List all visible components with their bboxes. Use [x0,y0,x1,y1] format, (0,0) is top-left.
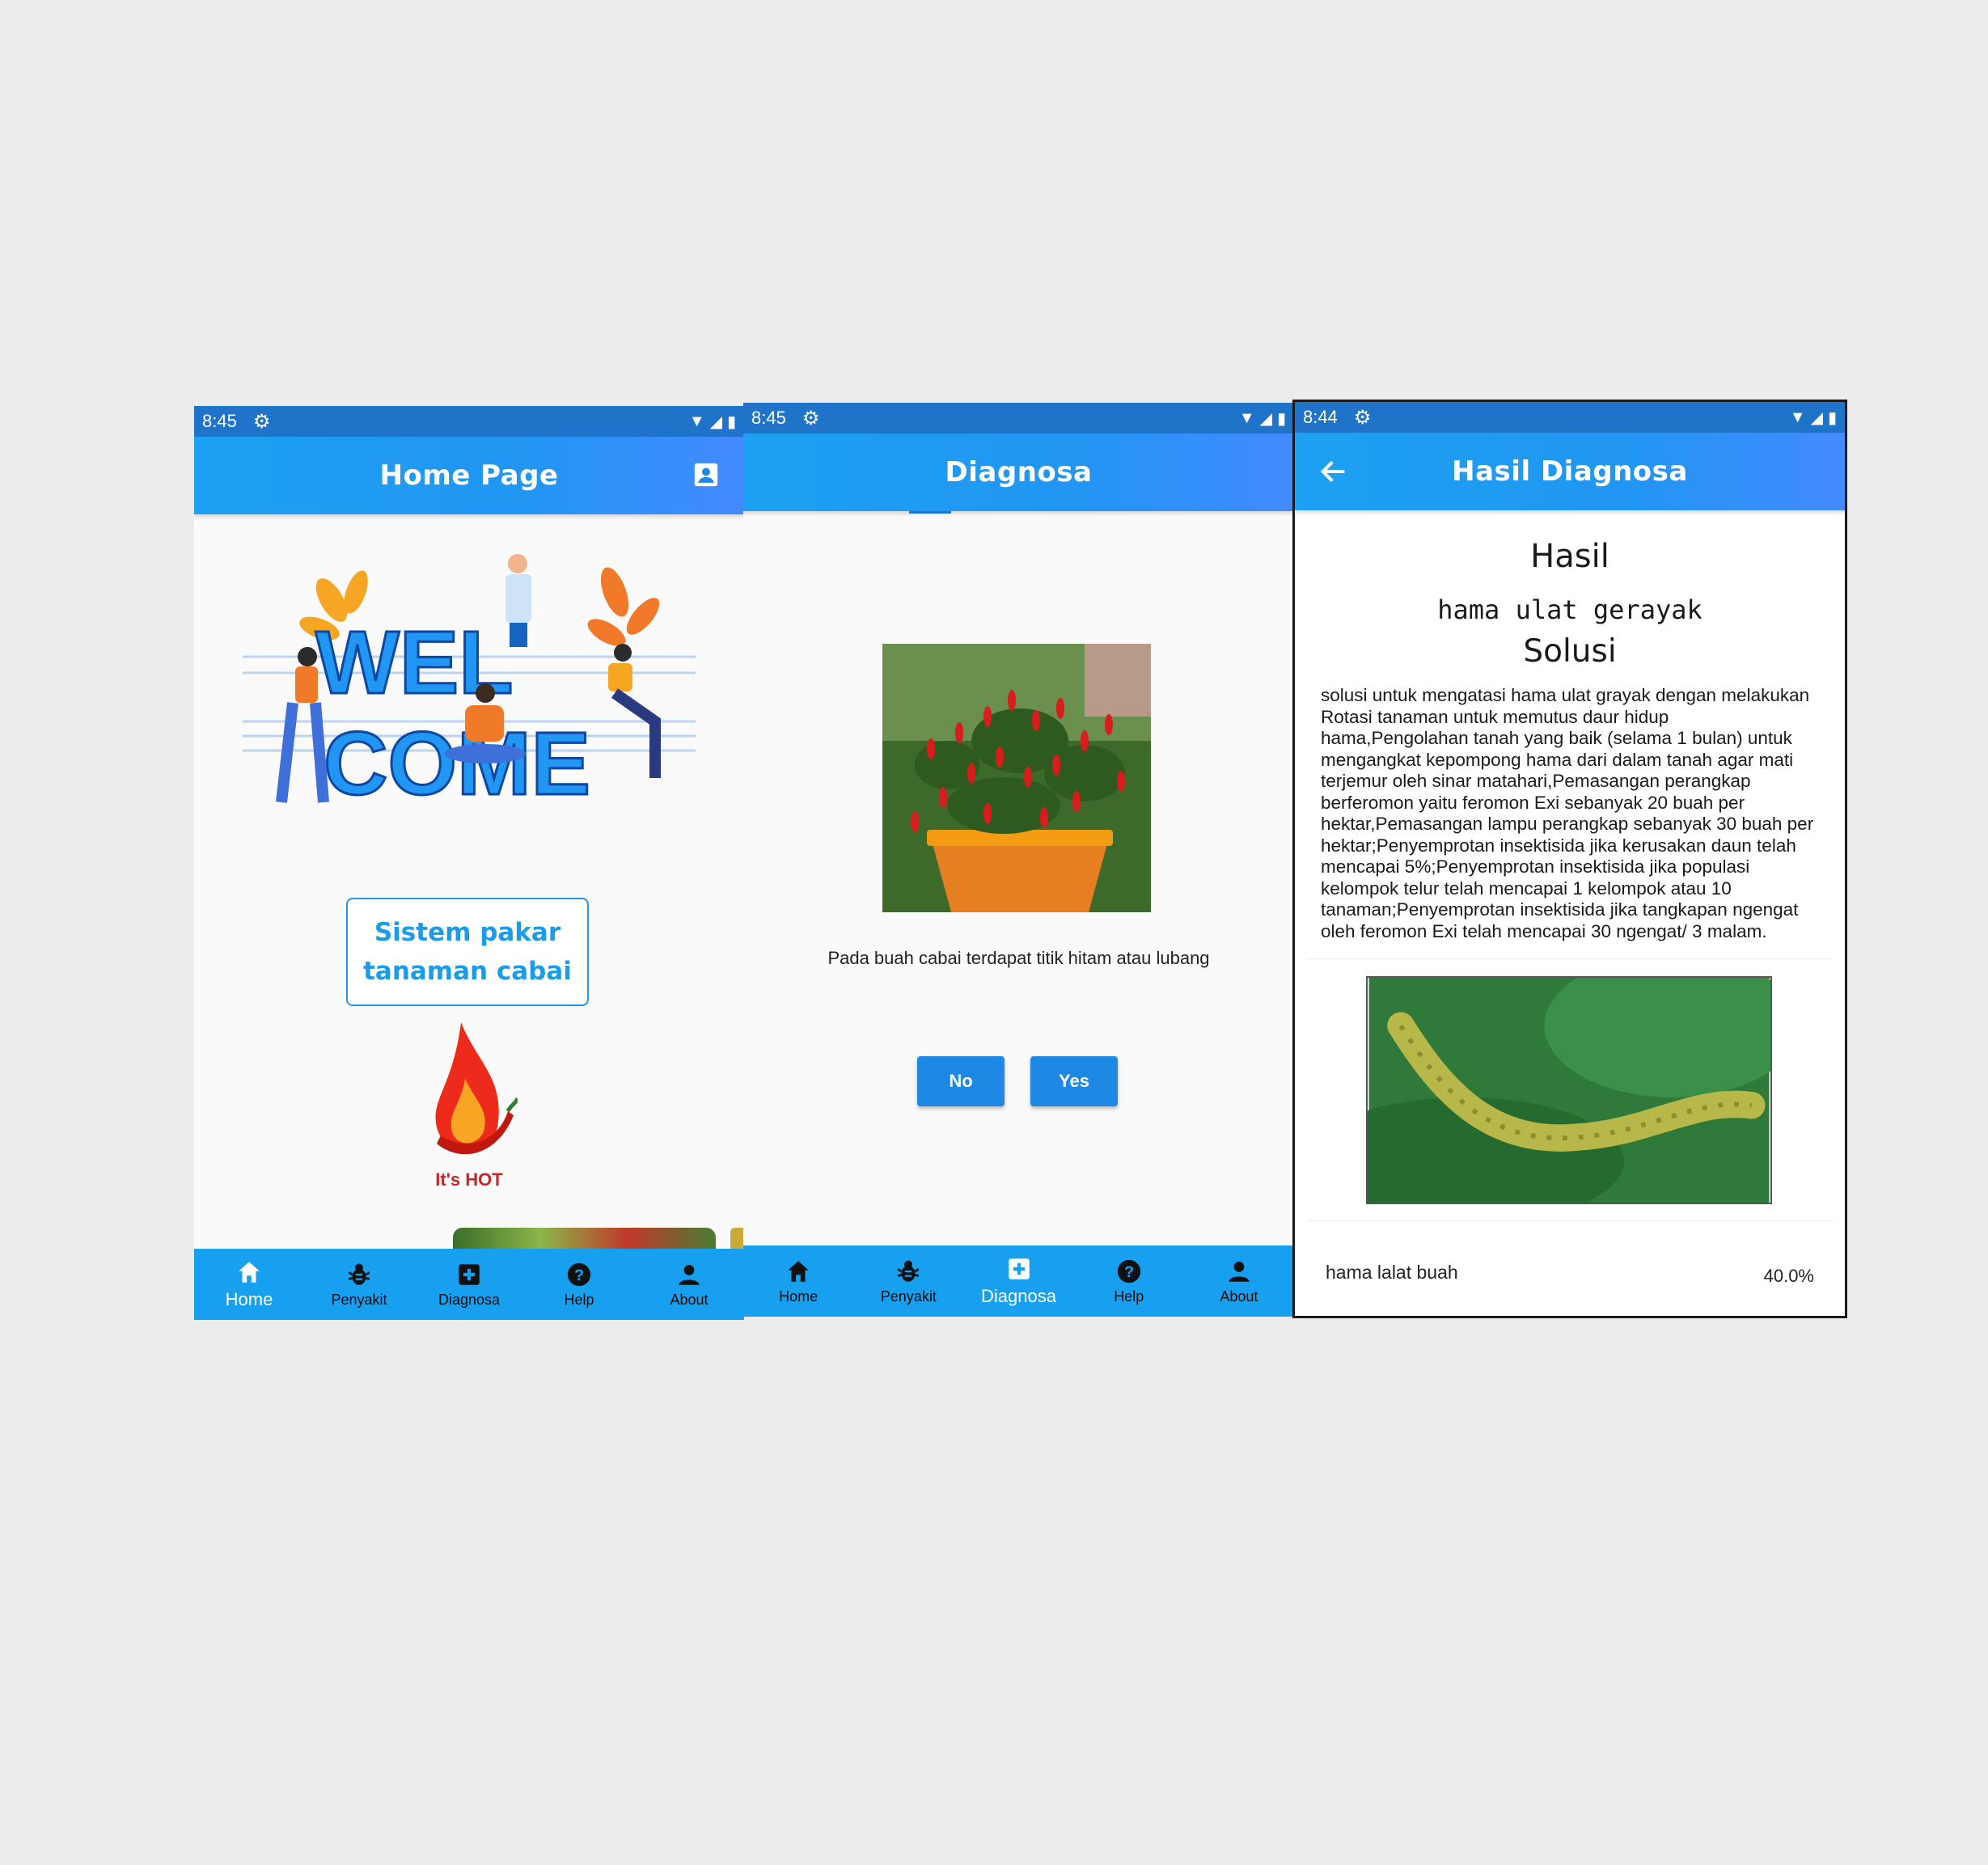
other-disease-name: hama lalat buah [1326,1261,1458,1283]
battery-icon: ▮ [1276,409,1286,428]
signal-icon: ◢ [1810,408,1823,427]
bottom-navigation: Home Penyakit Diagnosa ? Help About [743,1245,1294,1317]
nav-home-label: Home [225,1289,273,1309]
bug-icon [897,1260,920,1282]
nav-diagnosa[interactable]: Diagnosa [963,1245,1073,1317]
nav-help-label: Help [1114,1288,1144,1305]
svg-text:?: ? [1124,1263,1134,1281]
nav-diagnosa-label: Diagnosa [438,1291,501,1308]
nav-penyakit[interactable]: Penyakit [853,1245,963,1317]
divider [1306,958,1834,959]
battery-icon: ▮ [1827,408,1837,427]
nav-help[interactable]: ? Help [1074,1245,1184,1317]
nav-diagnosa[interactable]: Diagnosa [414,1249,524,1320]
nav-penyakit-label: Penyakit [880,1288,937,1305]
divider [1306,1220,1834,1221]
diagnosis-question: Pada buah cabai terdapat titik hitam ata… [827,948,1210,968]
nav-help-label: Help [564,1291,594,1308]
result-screen: 8:44 ⚙ ▼ ◢ ▮ Hasil Diagnosa Hasil hama u… [1292,400,1847,1318]
chili-plant-photo [882,644,1151,912]
home-icon [239,1262,260,1283]
status-bar: 8:45 ⚙ ▼ ◢ ▮ [743,403,1294,433]
nav-home[interactable]: Home [194,1249,304,1320]
welcome-illustration: WEL COME [243,554,696,815]
person-icon [1229,1261,1250,1282]
account-box-icon[interactable] [692,461,720,488]
app-bar: Home Page [194,437,744,514]
no-button[interactable]: No [917,1056,1005,1106]
nav-home[interactable]: Home [743,1245,853,1317]
battery-icon: ▮ [726,412,736,431]
yes-button[interactable]: Yes [1030,1056,1118,1106]
status-icons: ▼ ◢ ▮ [1239,408,1286,429]
other-result-row: hama lalat buah 40.0% [1326,1258,1814,1287]
status-bar: 8:44 ⚙ ▼ ◢ ▮ [1295,402,1845,433]
wifi-icon: ▼ [1789,408,1806,426]
solusi-heading: Solusi [1523,633,1617,670]
back-arrow-icon[interactable] [1318,455,1350,488]
page-title: Diagnosa [945,456,1093,488]
settings-gear-icon: ⚙ [802,407,820,429]
hasil-heading: Hasil [1530,538,1609,575]
signal-icon: ◢ [1259,409,1272,428]
medical-plus-icon [459,1263,480,1285]
hot-logo-text: It's HOT [435,1169,503,1190]
pakar-title-line2: tanaman cabai [363,957,572,986]
status-time: 8:45 [751,408,786,428]
settings-gear-icon: ⚙ [1353,406,1372,429]
home-screen: 8:45 ⚙ ▼ ◢ ▮ Home Page WEL COME Sistem p… [194,406,744,1320]
welcome-text-line2: COME [324,714,590,814]
nav-about[interactable]: About [1184,1245,1294,1317]
status-icons: ▼ ◢ ▮ [689,412,736,432]
person-icon [679,1264,700,1285]
nav-about[interactable]: About [634,1249,744,1320]
app-bar: Diagnosa [743,433,1294,511]
nav-about-label: About [670,1291,708,1308]
page-indicator [909,511,951,514]
help-icon: ? [1117,1259,1140,1283]
pakar-title-line1: Sistem pakar [374,918,561,947]
expert-system-title-card: Sistem pakar tanaman cabai [346,898,589,1006]
nav-about-label: About [1220,1288,1258,1305]
caterpillar-photo [1366,976,1772,1204]
home-icon [788,1260,809,1282]
diagnosa-screen: 8:45 ⚙ ▼ ◢ ▮ Diagnosa Pada buah cabai te… [743,403,1294,1317]
signal-icon: ◢ [709,412,722,431]
status-icons: ▼ ◢ ▮ [1790,408,1837,428]
nav-home-label: Home [779,1288,818,1305]
nav-help[interactable]: ? Help [524,1249,634,1320]
status-time: 8:45 [202,411,237,431]
status-time: 8:44 [1303,407,1338,427]
nav-penyakit-label: Penyakit [331,1291,387,1308]
hot-chili-logo: It's HOT [435,1022,518,1190]
svg-text:?: ? [574,1267,584,1284]
app-bar: Hasil Diagnosa [1295,433,1845,510]
help-icon: ? [567,1262,591,1286]
solusi-text: solusi untuk mengatasi hama ulat grayak … [1321,685,1814,941]
settings-gear-icon: ⚙ [252,410,271,433]
bug-icon [348,1263,370,1285]
nav-diagnosa-label: Diagnosa [981,1286,1056,1306]
wifi-icon: ▼ [688,412,705,430]
status-bar: 8:45 ⚙ ▼ ◢ ▮ [194,406,744,437]
wifi-icon: ▼ [1238,408,1255,427]
page-title: Home Page [379,459,559,492]
page-title: Hasil Diagnosa [1452,455,1688,488]
nav-penyakit[interactable]: Penyakit [304,1249,414,1320]
disease-name: hama ulat gerayak [1437,594,1702,625]
other-disease-percent: 40.0% [1763,1266,1814,1286]
bottom-navigation: Home Penyakit Diagnosa ? Help About [194,1249,744,1320]
medical-plus-icon [1008,1258,1030,1279]
